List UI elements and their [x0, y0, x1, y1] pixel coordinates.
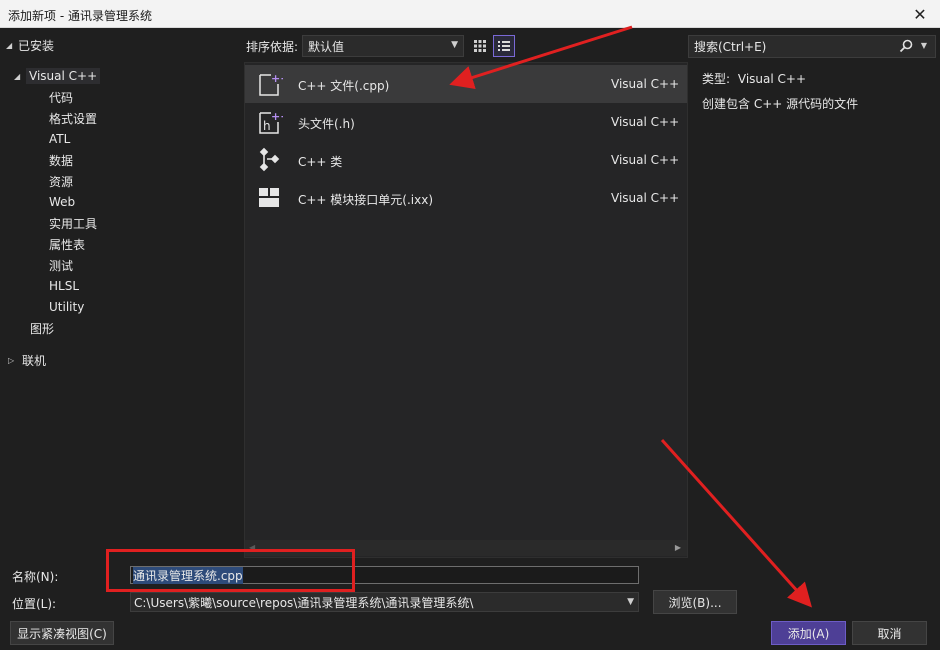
- tree-node-test[interactable]: 测试: [49, 255, 73, 275]
- collapsed-arrow-icon[interactable]: ▷: [8, 356, 22, 365]
- scroll-right-icon[interactable]: ▶: [675, 543, 681, 552]
- title-bar: 添加新项 - 通讯录管理系统 ✕: [0, 0, 940, 28]
- template-language: Visual C++: [611, 153, 680, 167]
- template-language: Visual C++: [611, 77, 680, 91]
- tree-node-installed[interactable]: ◢ 已安装: [6, 35, 54, 55]
- template-item-module-interface[interactable]: C++ 模块接口单元(.ixx) Visual C++: [245, 179, 687, 217]
- list-view-icon: [498, 41, 510, 51]
- sort-value: 默认值: [308, 39, 345, 54]
- add-button[interactable]: 添加(A): [771, 621, 846, 645]
- compact-view-button[interactable]: 显示紧凑视图(C): [10, 621, 114, 645]
- module-interface-icon: [257, 185, 283, 211]
- template-item-header-file[interactable]: h ++ 头文件(.h) Visual C++: [245, 103, 687, 141]
- tree-node-data[interactable]: 数据: [49, 150, 73, 170]
- window-title: 添加新项 - 通讯录管理系统: [8, 9, 152, 23]
- grid-view-icon: [474, 40, 486, 52]
- sort-label: 排序依据:: [246, 39, 299, 54]
- type-row: 类型: Visual C++: [702, 70, 806, 87]
- template-name: C++ 文件(.cpp): [298, 79, 390, 93]
- search-placeholder: 搜索(Ctrl+E): [694, 40, 767, 54]
- search-input[interactable]: 搜索(Ctrl+E) ▼: [688, 35, 936, 58]
- sort-toolbar: 排序依据:: [246, 34, 298, 58]
- tree-node-utilities[interactable]: 实用工具: [49, 213, 97, 233]
- category-tree: ◢ 已安装 ◢ Visual C++ 代码 格式设置 ATL 数据 资源 Web…: [0, 34, 240, 554]
- header-file-icon: h ++: [257, 109, 289, 135]
- svg-text:++: ++: [271, 110, 283, 123]
- name-label: 名称(N):: [12, 570, 59, 584]
- chevron-down-icon[interactable]: ▼: [921, 41, 927, 50]
- list-view-button[interactable]: [493, 35, 515, 57]
- type-value: Visual C++: [737, 72, 807, 86]
- tree-node-resources[interactable]: 资源: [49, 171, 73, 191]
- browse-button[interactable]: 浏览(B)...: [653, 590, 737, 614]
- tree-node-code[interactable]: 代码: [49, 87, 73, 107]
- svg-text:++: ++: [271, 72, 283, 85]
- chevron-down-icon: ▼: [451, 40, 458, 50]
- tree-node-hlsl[interactable]: HLSL: [49, 276, 79, 296]
- grid-view-button[interactable]: [469, 35, 491, 57]
- template-item-cpp-file[interactable]: ++ C++ 文件(.cpp) Visual C++: [245, 65, 687, 103]
- annotation-highlight-box: [106, 549, 355, 592]
- tree-node-online[interactable]: ▷ 联机: [8, 350, 46, 370]
- template-item-cpp-class[interactable]: C++ 类 Visual C++: [245, 141, 687, 179]
- tree-node-web[interactable]: Web: [49, 192, 75, 212]
- expanded-arrow-icon[interactable]: ◢: [6, 41, 18, 50]
- chevron-down-icon: ▼: [627, 597, 634, 607]
- template-description: 创建包含 C++ 源代码的文件: [702, 97, 859, 111]
- search-icon[interactable]: [899, 39, 913, 56]
- expanded-arrow-icon[interactable]: ◢: [14, 72, 26, 81]
- tree-node-label: Visual C++: [26, 68, 101, 84]
- template-language: Visual C++: [611, 191, 680, 205]
- cancel-button[interactable]: 取消: [852, 621, 927, 645]
- cpp-class-icon: [257, 147, 283, 173]
- tree-node-formatting[interactable]: 格式设置: [49, 108, 97, 128]
- type-label: 类型:: [702, 72, 731, 86]
- tree-node-graphics[interactable]: 图形: [30, 318, 54, 338]
- template-name: C++ 类: [298, 155, 343, 169]
- location-label: 位置(L):: [12, 597, 57, 611]
- template-language: Visual C++: [611, 115, 680, 129]
- template-list: ++ C++ 文件(.cpp) Visual C++ h ++ 头文件(.h) …: [244, 62, 688, 558]
- template-name: 头文件(.h): [298, 117, 355, 131]
- template-name: C++ 模块接口单元(.ixx): [298, 193, 434, 207]
- location-dropdown[interactable]: C:\Users\紫曦\source\repos\通讯录管理系统\通讯录管理系统…: [130, 592, 639, 612]
- location-value: C:\Users\紫曦\source\repos\通讯录管理系统\通讯录管理系统…: [134, 595, 474, 610]
- tree-node-visual-cpp[interactable]: ◢ Visual C++: [14, 66, 101, 86]
- tree-node-atl[interactable]: ATL: [49, 129, 70, 149]
- svg-text:h: h: [263, 119, 271, 133]
- tree-node-utility[interactable]: Utility: [49, 297, 84, 317]
- sort-dropdown[interactable]: 默认值 ▼: [302, 35, 464, 57]
- cpp-file-icon: ++: [257, 71, 289, 97]
- details-pane: 类型: Visual C++ 创建包含 C++ 源代码的文件: [690, 62, 936, 558]
- tree-node-label: 联机: [22, 353, 47, 368]
- tree-node-label: 已安装: [18, 38, 55, 53]
- tree-node-property-sheets[interactable]: 属性表: [49, 234, 85, 254]
- close-icon[interactable]: ✕: [900, 0, 940, 28]
